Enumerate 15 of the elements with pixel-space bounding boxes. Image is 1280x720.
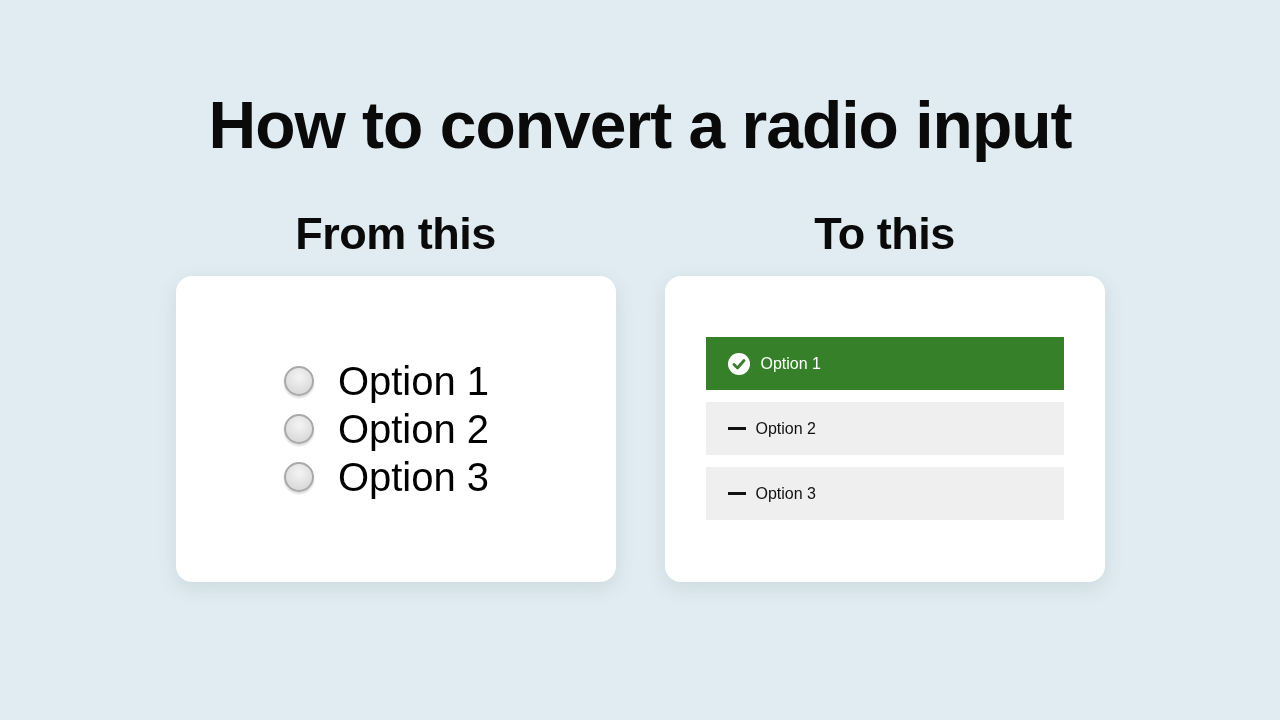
option-tile[interactable]: Option 3 [705, 467, 1064, 520]
option-tile[interactable]: Option 1 [705, 337, 1064, 390]
page-title: How to convert a radio input [208, 87, 1072, 164]
panel-heading: To this [814, 207, 955, 261]
radio-button[interactable] [283, 366, 314, 396]
option-tile[interactable]: Option 2 [705, 402, 1064, 455]
option-label[interactable]: Option 1 [337, 358, 490, 404]
radio-button[interactable] [283, 462, 314, 492]
dash-icon [727, 492, 746, 495]
option-label[interactable]: Option 2 [337, 406, 490, 452]
check-circle-icon [727, 352, 750, 375]
radio-button[interactable] [283, 414, 314, 444]
option-label[interactable]: Option 3 [337, 454, 490, 500]
dash-icon [727, 427, 746, 430]
panel-heading: From this [295, 207, 496, 261]
